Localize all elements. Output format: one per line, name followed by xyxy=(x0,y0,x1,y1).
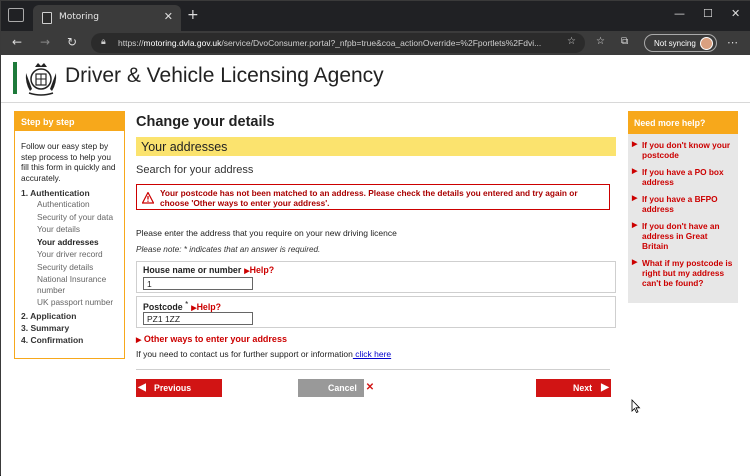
tab-bar: Motoring ✕ + — ☐ ✕ xyxy=(1,1,750,31)
substep-authentication: Authentication xyxy=(37,199,90,209)
help-link-list: ▶ If you don't know your postcode ▶ If you… xyxy=(628,134,738,288)
substep-uk-passport: UK passport number xyxy=(37,297,114,307)
instruction-text: Please enter the address that you requir… xyxy=(136,228,397,238)
step-list: 1. Authentication Authentication Securit… xyxy=(15,183,124,345)
close-icon: ✕ xyxy=(364,379,376,397)
substep-national-insurance: National Insurance number xyxy=(37,274,107,295)
step-application: 2. Application xyxy=(21,310,77,321)
maximize-icon[interactable]: ☐ xyxy=(703,7,713,20)
step-panel-header: Step by step xyxy=(15,112,124,131)
tab-motoring[interactable]: Motoring ✕ xyxy=(33,5,181,31)
help-link-address-not-found[interactable]: ▶ What if my postcode is right but my add… xyxy=(632,258,734,288)
left-arrow-icon: ◀ xyxy=(138,382,146,393)
right-arrow-icon: ▶ xyxy=(601,382,609,393)
forward-arrow-icon[interactable]: → xyxy=(40,35,50,49)
tab-title: Motoring xyxy=(59,12,99,22)
substep-security-details: Security details xyxy=(37,261,94,272)
close-window-icon[interactable]: ✕ xyxy=(731,7,740,20)
next-button[interactable]: Next ▶ xyxy=(536,379,611,397)
agency-name: Driver & Vehicle Licensing Agency xyxy=(65,64,384,87)
logo-accent-bar xyxy=(13,62,17,94)
avatar xyxy=(700,37,713,50)
section-heading: Your addresses xyxy=(136,137,616,156)
house-input[interactable] xyxy=(143,277,253,290)
minimize-icon[interactable]: — xyxy=(674,7,685,20)
close-tab-icon[interactable]: ✕ xyxy=(164,10,173,23)
step-summary: 3. Summary xyxy=(21,322,70,333)
click-here-link[interactable]: click here xyxy=(353,349,391,359)
help-link-bfpo[interactable]: ▶ If you have a BFPO address xyxy=(632,194,734,214)
other-ways-link[interactable]: ▶ Other ways to enter your address xyxy=(136,334,616,344)
help-panel: Need more help? ▶ If you don't know your … xyxy=(628,111,738,303)
search-heading: Search for your address xyxy=(136,164,254,176)
help-link-no-postcode[interactable]: ▶ If you don't know your postcode xyxy=(632,140,734,160)
substep-security-data: Security of your data xyxy=(37,211,114,222)
help-link-no-gb-address[interactable]: ▶ If you don't have an address in Great B… xyxy=(632,221,734,251)
error-box: Your postcode has not been matched to an… xyxy=(136,184,610,210)
profile-sync-button[interactable]: Not syncing xyxy=(644,34,717,52)
substep-your-addresses: Your addresses xyxy=(37,236,99,247)
page-title: Change your details xyxy=(136,114,275,130)
step-panel-intro: Follow our easy step by step process to … xyxy=(21,141,116,183)
substep-your-details: Your details xyxy=(37,224,81,234)
help-panel-header: Need more help? xyxy=(628,111,738,134)
house-label: House name or number ▶Help? xyxy=(143,265,275,275)
step-confirmation: 4. Confirmation xyxy=(21,334,84,345)
postcode-field-group: Postcode * ▶Help? xyxy=(136,296,616,328)
mouse-cursor-icon xyxy=(631,399,641,413)
back-arrow-icon[interactable]: ← xyxy=(12,35,22,49)
web-page: Driver & Vehicle Licensing Agency Step b… xyxy=(1,55,750,476)
postcode-help-link[interactable]: ▶Help? xyxy=(191,302,221,312)
favorite-star-icon[interactable]: ☆ xyxy=(567,36,576,47)
main-content: Change your details Your addresses Searc… xyxy=(136,111,616,370)
error-message: Your postcode has not been matched to an… xyxy=(160,188,578,208)
house-field-group: House name or number ▶Help? xyxy=(136,261,616,293)
lock-icon[interactable]: 🔒︎ xyxy=(101,37,106,47)
required-marker: * xyxy=(185,300,189,309)
royal-crest-icon xyxy=(25,63,57,96)
tab-actions-icon[interactable] xyxy=(8,8,24,22)
step-by-step-panel: Step by step Follow our easy step by ste… xyxy=(14,111,125,359)
required-note: Please note: * indicates that an answer … xyxy=(136,245,321,254)
more-menu-icon[interactable]: ⋯ xyxy=(727,36,738,49)
refresh-icon[interactable]: ↻ xyxy=(67,35,77,49)
house-help-link[interactable]: ▶Help? xyxy=(244,265,274,275)
help-link-po-box[interactable]: ▶ If you have a PO box address xyxy=(632,167,734,187)
contact-text: If you need to contact us for further su… xyxy=(136,349,392,359)
new-tab-button[interactable]: + xyxy=(187,7,199,23)
previous-button[interactable]: ◀ Previous xyxy=(136,379,222,397)
collections-icon[interactable]: ⧉ xyxy=(621,36,628,47)
step-authentication: 1. Authentication xyxy=(21,188,90,198)
browser-toolbar: ← → ↻ 🔒︎ https://motoring.dvla.gov.uk/se… xyxy=(1,31,750,55)
header-divider xyxy=(1,102,750,103)
address-bar[interactable]: 🔒︎ https://motoring.dvla.gov.uk/service/… xyxy=(91,33,585,53)
button-divider xyxy=(136,369,610,370)
postcode-label: Postcode * ▶Help? xyxy=(143,300,222,312)
favorites-icon[interactable]: ☆ xyxy=(596,36,605,47)
postcode-input[interactable] xyxy=(143,312,253,325)
browser-window: Motoring ✕ + — ☐ ✕ ← → ↻ 🔒︎ https://moto… xyxy=(0,0,750,476)
page-icon xyxy=(42,12,52,24)
url-text: https://motoring.dvla.gov.uk/service/Dvo… xyxy=(118,38,542,48)
warning-icon xyxy=(142,192,154,204)
cancel-button[interactable]: Cancel ✕ xyxy=(298,379,376,397)
substep-driver-record: Your driver record xyxy=(37,249,103,259)
